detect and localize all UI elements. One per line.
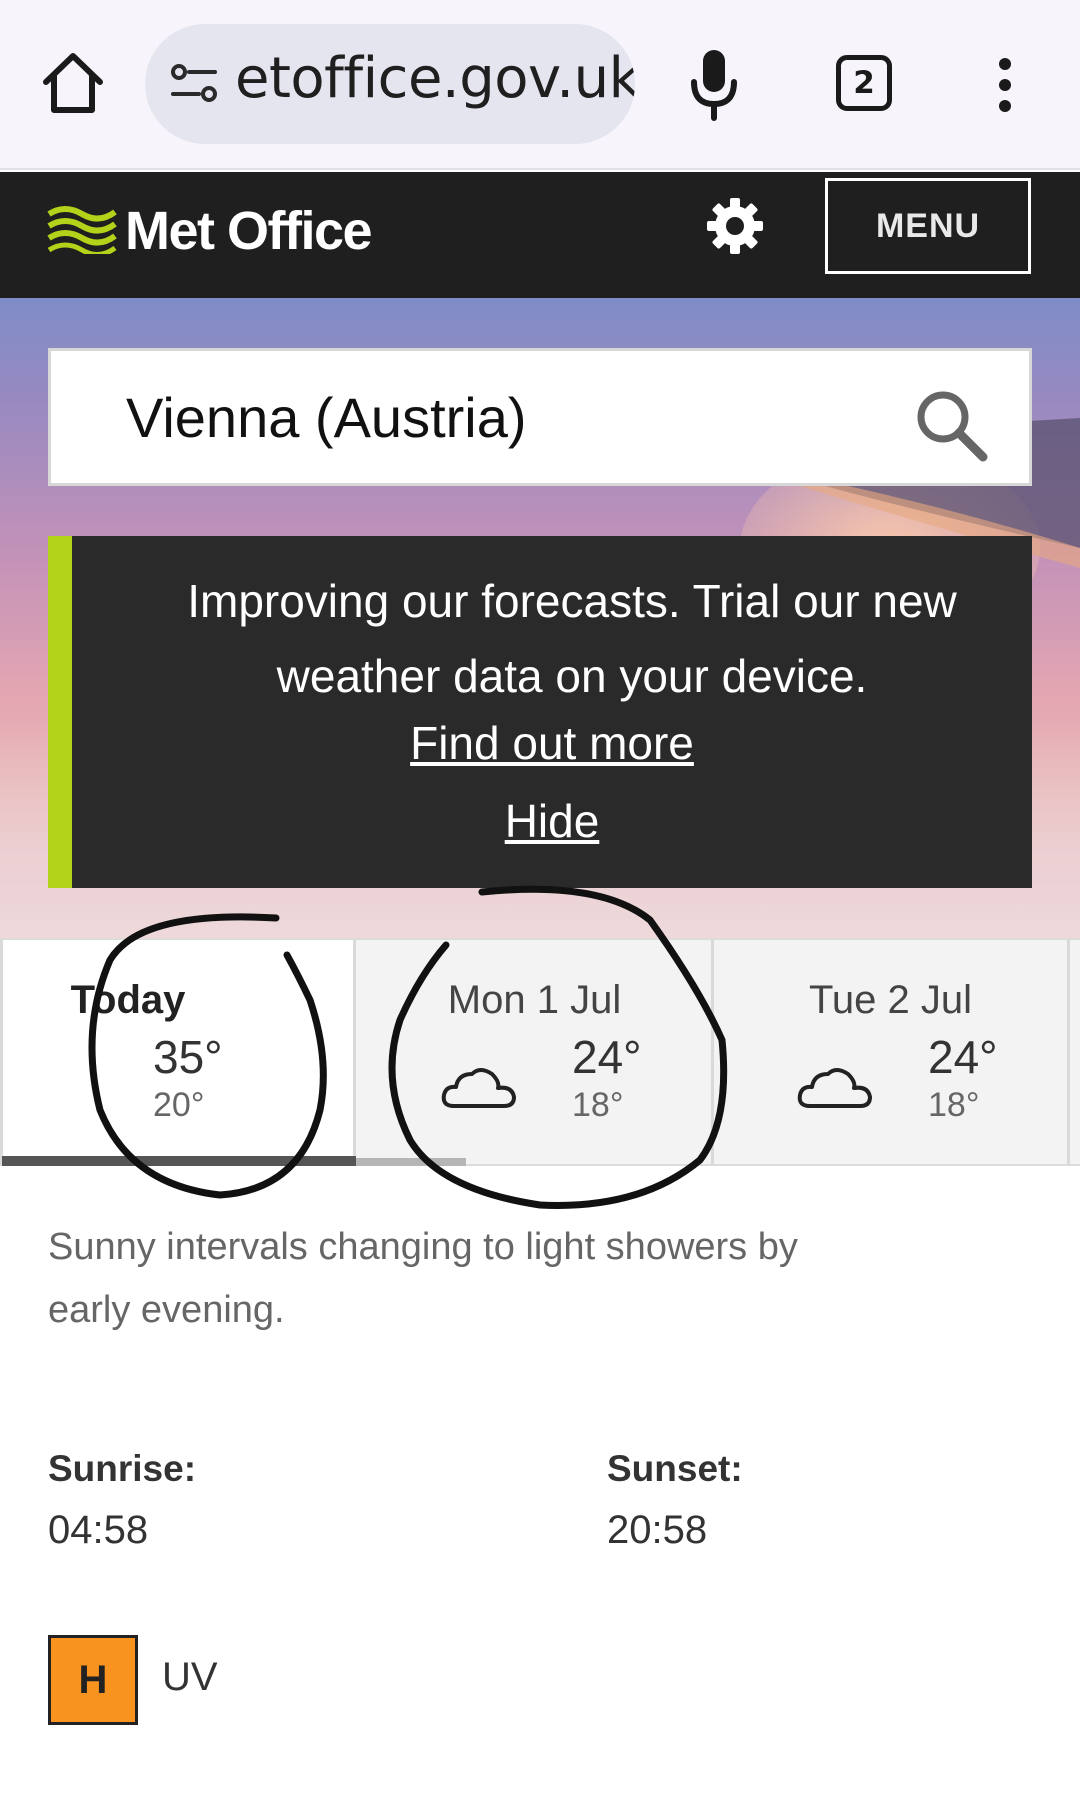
hide-banner-link[interactable]: Hide (72, 794, 1032, 848)
menu-button[interactable]: MENU (825, 178, 1031, 274)
banner-message: Improving our forecasts. Trial our new w… (187, 575, 957, 702)
met-office-logo-icon[interactable] (47, 202, 117, 257)
cloud-icon (440, 1062, 520, 1114)
trial-banner: Improving our forecasts. Trial our new w… (48, 536, 1032, 888)
high-temp: 35° (153, 1031, 223, 1083)
day-name: Today (70, 978, 186, 1022)
browser-toolbar: etoffice.gov.uk 2 (0, 0, 1080, 170)
day-name: Tue 2 Jul (808, 978, 973, 1022)
sunset-label: Sunset: (607, 1448, 743, 1489)
home-icon[interactable] (38, 48, 108, 118)
mic-icon[interactable] (684, 44, 744, 124)
hero-background: Improving our forecasts. Trial our new w… (0, 298, 1080, 938)
address-bar[interactable]: etoffice.gov.uk (145, 24, 635, 144)
uv-label: UV (162, 1655, 218, 1699)
tab-count: 2 (853, 65, 875, 101)
low-temp: 20° (153, 1086, 205, 1124)
search-icon[interactable] (911, 385, 991, 465)
more-vert-icon[interactable] (985, 55, 1025, 115)
site-settings-icon[interactable] (169, 62, 221, 106)
high-temp: 24° (572, 1031, 642, 1083)
site-header: Met Office MENU (0, 172, 1080, 298)
sunset-time: 20:58 (607, 1508, 708, 1552)
search-input[interactable] (126, 377, 886, 457)
low-temp: 18° (572, 1086, 624, 1124)
find-out-more-link[interactable]: Find out more (72, 716, 1032, 770)
tab-tue-2-jul[interactable]: Tue 2 Jul 24° 18° (714, 940, 1070, 1166)
sunrise-label: Sunrise: (48, 1448, 197, 1489)
sunrise-time: 04:58 (48, 1508, 149, 1552)
selected-tab-indicator (2, 1156, 356, 1166)
forecast-day-tabs: Today 35° 20° Mon 1 Jul 24° 18° Tue 2 Ju… (0, 938, 1080, 1166)
day-name: Mon 1 Jul (447, 978, 622, 1022)
site-logo-text[interactable]: Met Office (125, 200, 373, 262)
cloud-icon (796, 1062, 876, 1114)
high-temp: 24° (928, 1031, 998, 1083)
url-text[interactable]: etoffice.gov.uk (235, 46, 635, 111)
location-search[interactable] (48, 348, 1032, 486)
low-temp: 18° (928, 1086, 980, 1124)
tab-today[interactable]: Today 35° 20° (0, 940, 356, 1166)
tab-mon-1-jul[interactable]: Mon 1 Jul 24° 18° (358, 940, 714, 1166)
scroll-indicator (356, 1158, 466, 1166)
gear-icon[interactable] (703, 194, 767, 258)
uv-level-badge: H (48, 1635, 138, 1725)
forecast-summary: Sunny intervals changing to light shower… (48, 1226, 798, 1331)
tabs-icon[interactable]: 2 (836, 55, 892, 111)
